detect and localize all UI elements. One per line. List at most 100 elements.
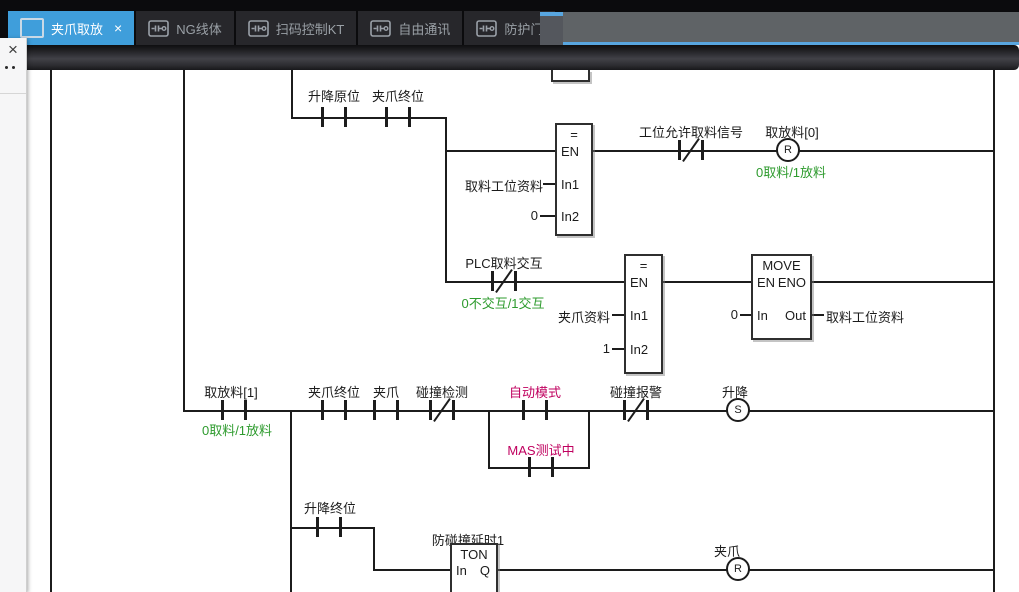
coil-reset[interactable]: R bbox=[726, 557, 750, 581]
block-port: In1 bbox=[561, 177, 579, 192]
block-port: In2 bbox=[630, 342, 648, 357]
contact-comment: 0不交互/1交互 bbox=[461, 293, 544, 312]
wire-stub bbox=[740, 314, 751, 316]
block-port: In1 bbox=[630, 308, 648, 323]
contact-label: 取放料[1] bbox=[204, 382, 257, 401]
block-title: TON bbox=[452, 547, 496, 562]
operand-label: 0 bbox=[731, 307, 738, 322]
wire-segment bbox=[445, 281, 624, 283]
contact-label: 工位允许取料信号 bbox=[639, 122, 743, 141]
wire-segment bbox=[291, 70, 293, 118]
plc-editor-window: 升降原位 夹爪终位 = EN In1 In2 取料工位资料 0 工位允许取料信号… bbox=[0, 0, 1019, 592]
partial-block[interactable] bbox=[551, 70, 590, 82]
tab-free-comm[interactable]: 自由通讯 bbox=[358, 11, 462, 45]
close-tab-icon[interactable]: × bbox=[114, 20, 122, 36]
tab-label: 自由通讯 bbox=[398, 19, 450, 38]
ladder-network: 升降原位 夹爪终位 = EN In1 In2 取料工位资料 0 工位允许取料信号… bbox=[0, 70, 1019, 592]
wire-stub bbox=[612, 314, 624, 316]
wire-segment bbox=[812, 281, 993, 283]
contact-no[interactable] bbox=[221, 400, 247, 420]
ton-timer-block[interactable]: TON In Q bbox=[450, 543, 498, 592]
contact-label: 升降终位 bbox=[304, 498, 356, 517]
operand-label: 取料工位资料 bbox=[465, 176, 543, 195]
contact-nc[interactable] bbox=[491, 271, 517, 291]
wire-left-rail bbox=[50, 70, 52, 592]
contact-label: 夹爪终位 bbox=[372, 86, 424, 105]
contact-nc[interactable] bbox=[678, 140, 704, 160]
block-port: EN bbox=[561, 144, 579, 159]
contact-no[interactable] bbox=[522, 400, 548, 420]
block-port: Out bbox=[785, 308, 806, 323]
block-port: Q bbox=[480, 563, 490, 578]
ladder-canvas[interactable]: 升降原位 夹爪终位 = EN In1 In2 取料工位资料 0 工位允许取料信号… bbox=[0, 70, 1019, 592]
contact-nc[interactable] bbox=[429, 400, 455, 420]
wire-segment bbox=[445, 150, 555, 152]
contact-comment: 0取料/1放料 bbox=[202, 420, 272, 439]
block-port: ENO bbox=[778, 275, 806, 290]
contact-no[interactable] bbox=[528, 457, 554, 477]
panel-divider bbox=[0, 93, 26, 94]
compare-eq-block[interactable]: = EN In1 In2 bbox=[555, 123, 593, 236]
tab-label: 防护门 bbox=[504, 19, 543, 38]
contact-nc[interactable] bbox=[623, 400, 649, 420]
tab-scan-control[interactable]: 扫码控制KT bbox=[236, 11, 357, 45]
operand-label: 夹爪资料 bbox=[558, 307, 610, 326]
ladder-program-icon bbox=[248, 20, 269, 37]
wire-segment bbox=[373, 569, 450, 571]
wire-stub bbox=[612, 348, 624, 350]
contact-label: 碰撞报警 bbox=[610, 382, 662, 401]
wire-stub bbox=[812, 314, 824, 316]
window-icon bbox=[20, 18, 44, 38]
tab-label: NG线体 bbox=[176, 19, 222, 38]
block-port: EN bbox=[757, 275, 775, 290]
coil-reset[interactable]: R bbox=[776, 138, 800, 162]
compare-eq-block[interactable]: = EN In1 In2 bbox=[624, 254, 663, 374]
wire-stub bbox=[540, 215, 555, 217]
block-port: In bbox=[456, 563, 467, 578]
wire-segment bbox=[588, 410, 590, 469]
collapsed-toolbar bbox=[0, 45, 1019, 70]
contact-label: 自动模式 bbox=[509, 382, 561, 401]
wire-segment bbox=[290, 410, 292, 592]
tab-label: 夹爪取放 bbox=[51, 19, 103, 38]
wire-segment bbox=[183, 410, 993, 412]
operand-label: 1 bbox=[603, 341, 610, 356]
ladder-program-icon bbox=[148, 20, 169, 37]
operand-label: 取料工位资料 bbox=[826, 307, 904, 326]
contact-no[interactable] bbox=[385, 107, 411, 127]
ladder-program-icon bbox=[370, 20, 391, 37]
wire-right-rail bbox=[993, 70, 995, 592]
coil-comment: 0取料/1放料 bbox=[756, 162, 826, 181]
block-port: In2 bbox=[561, 209, 579, 224]
tab-strip-filler bbox=[540, 12, 1019, 45]
tab-ng-line[interactable]: NG线体 bbox=[136, 11, 234, 45]
block-port: In bbox=[757, 308, 768, 323]
wire-segment bbox=[488, 410, 490, 469]
block-title: = bbox=[557, 127, 591, 142]
wire-segment bbox=[291, 117, 445, 119]
tab-label: 扫码控制KT bbox=[276, 19, 345, 38]
close-panel-icon[interactable]: × bbox=[0, 39, 26, 61]
contact-label: 夹爪终位 bbox=[308, 382, 360, 401]
wire-segment bbox=[445, 117, 447, 283]
side-panel: × bbox=[0, 38, 27, 592]
contact-label: 碰撞检测 bbox=[416, 382, 468, 401]
block-title: MOVE bbox=[753, 258, 810, 273]
contact-label: PLC取料交互 bbox=[465, 253, 542, 272]
wire-stub bbox=[543, 183, 555, 185]
wire-segment bbox=[183, 70, 185, 412]
wire-segment bbox=[373, 527, 375, 571]
contact-no[interactable] bbox=[321, 107, 347, 127]
tab-strip-edge-button bbox=[540, 12, 563, 45]
block-title: = bbox=[626, 258, 661, 273]
contact-no[interactable] bbox=[316, 517, 342, 537]
overflow-dots-icon[interactable] bbox=[4, 66, 20, 70]
ladder-program-icon bbox=[476, 20, 497, 37]
contact-no[interactable] bbox=[373, 400, 399, 420]
coil-set[interactable]: S bbox=[726, 398, 750, 422]
contact-no[interactable] bbox=[321, 400, 347, 420]
contact-label: 升降原位 bbox=[308, 86, 360, 105]
move-block[interactable]: MOVE EN ENO In Out bbox=[751, 254, 812, 340]
contact-label: 夹爪 bbox=[373, 382, 399, 401]
operand-label: 0 bbox=[531, 208, 538, 223]
